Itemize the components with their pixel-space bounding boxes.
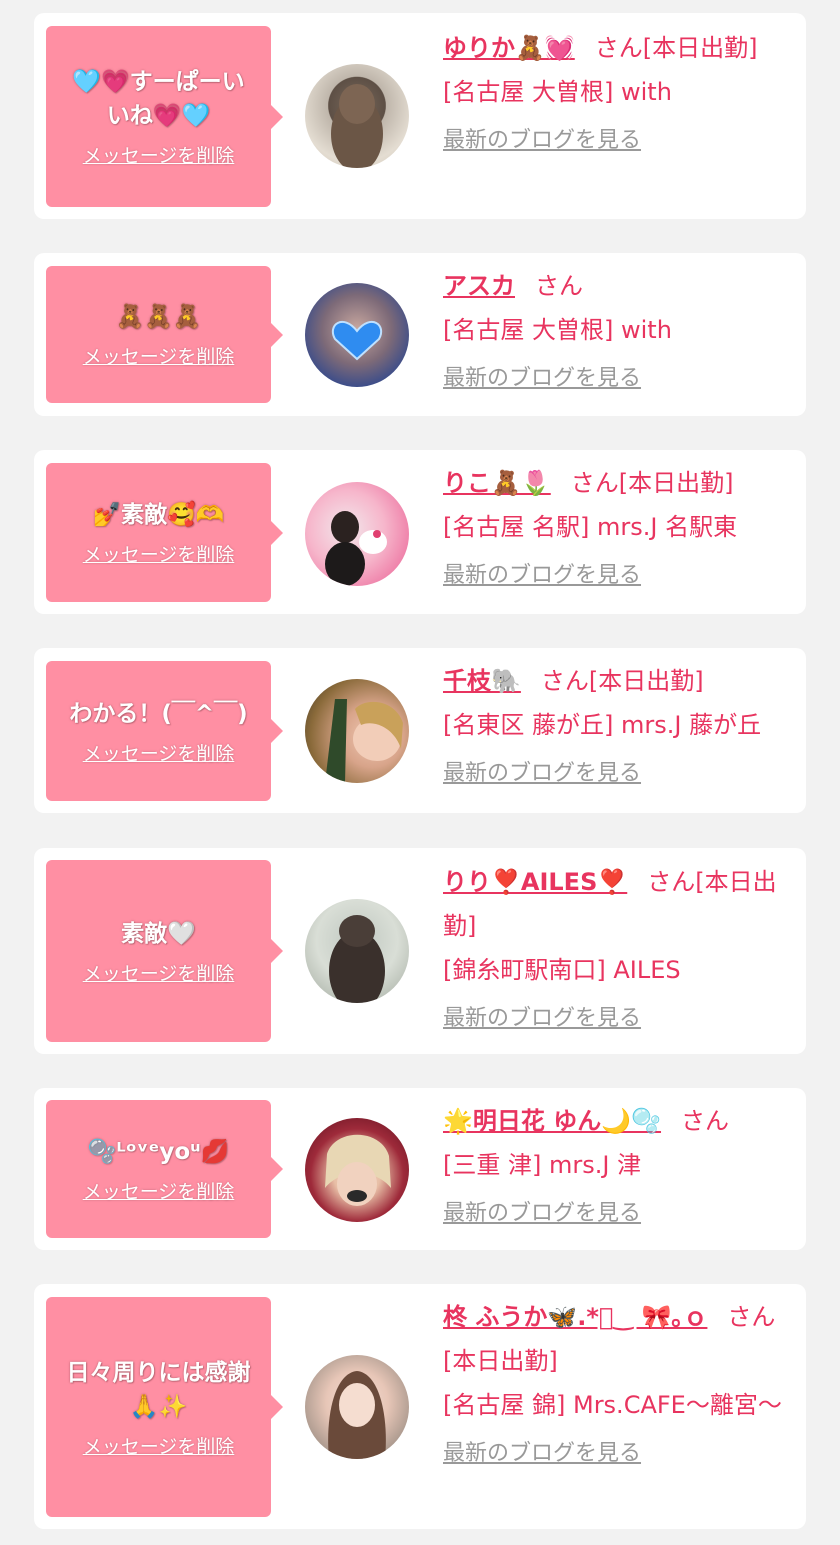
- message-card: 🧸🧸🧸 メッセージを削除 アスカ さん [名古屋 大曽根] with 最新のブログ…: [34, 253, 806, 416]
- message-bubble: 💅素敵🥰🫶 メッセージを削除: [46, 463, 283, 602]
- message-card: 🩵💗すーぱーいいね💗🩵 メッセージを削除 ゆりか🧸💓 さん[本日出勤] [名古屋 …: [34, 13, 806, 219]
- shop-text: [錦糸町駅南口] AILES: [443, 956, 681, 984]
- message-card: 💅素敵🥰🫶 メッセージを削除 りこ🧸🌷 さん[本日出勤] [名古屋 名駅] mrs…: [34, 450, 806, 614]
- latest-blog-link[interactable]: 最新のブログを見る: [443, 362, 641, 396]
- avatar[interactable]: [305, 679, 409, 783]
- profile-name-link[interactable]: 🌟明日花 ゆん🌙🫧: [443, 1107, 661, 1135]
- message-text: 🩵💗すーぱーいいね💗🩵: [72, 69, 245, 129]
- message-text: 💅素敵🥰🫶: [92, 502, 225, 528]
- message-bubble: 🩵💗すーぱーいいね💗🩵 メッセージを削除: [46, 26, 283, 207]
- message-card: 🫧ᴸᵒᵛᵉyoᵘ💋 メッセージを削除 🌟明日花 ゆん🌙🫧 さん [三重 津] mr…: [34, 1088, 806, 1250]
- shop-text: [名古屋 大曽根] with: [443, 78, 672, 106]
- woman-photo-icon: [325, 1134, 391, 1206]
- message-card: 日々周りには感謝🙏✨ メッセージを削除 柊 ふうか🦋.*ﾟ‿ 🎀｡ｏ さん [本日出…: [34, 1284, 806, 1529]
- latest-blog-link[interactable]: 最新のブログを見る: [443, 559, 641, 593]
- profile-name-link[interactable]: 柊 ふうか🦋.*ﾟ‿ 🎀｡ｏ: [443, 1303, 707, 1331]
- message-bubble: わかる！(￣^￣) メッセージを削除: [46, 661, 283, 801]
- profile-name-link[interactable]: ゆりか🧸💓: [443, 34, 575, 62]
- message-list: 🩵💗すーぱーいいね💗🩵 メッセージを削除 ゆりか🧸💓 さん[本日出勤] [名古屋 …: [0, 0, 840, 1545]
- message-text: わかる！(￣^￣): [69, 700, 248, 727]
- woman-photo-icon: [325, 699, 403, 783]
- latest-blog-link[interactable]: 最新のブログを見る: [443, 757, 641, 791]
- name-line: 🌟明日花 ゆん🌙🫧 さん: [443, 1099, 795, 1143]
- avatar[interactable]: [305, 482, 409, 586]
- latest-blog-link[interactable]: 最新のブログを見る: [443, 124, 641, 158]
- profile-info: アスカ さん [名古屋 大曽根] with 最新のブログを見る: [443, 264, 795, 396]
- avatar[interactable]: [305, 899, 409, 1003]
- message-text: 素敵🤍: [121, 920, 196, 947]
- message-bubble: 日々周りには感謝🙏✨ メッセージを削除: [46, 1297, 283, 1517]
- status-text: [本日出勤]: [618, 469, 734, 497]
- woman-photo-icon: [332, 320, 382, 361]
- delete-message-link[interactable]: メッセージを削除: [83, 1432, 235, 1459]
- message-bubble: 🧸🧸🧸 メッセージを削除: [46, 266, 283, 403]
- message-card: わかる！(￣^￣) メッセージを削除 千枝🐘 さん[本日出勤] [名東区 藤が丘]…: [34, 648, 806, 813]
- woman-photo-icon: [331, 84, 383, 168]
- profile-name-link[interactable]: りり❣️AILES❣️: [443, 868, 627, 896]
- profile-name-link[interactable]: 千枝🐘: [443, 667, 521, 695]
- profile-info: 🌟明日花 ゆん🌙🫧 さん [三重 津] mrs.J 津 最新のブログを見る: [443, 1099, 795, 1231]
- woman-photo-icon: [325, 511, 387, 586]
- avatar[interactable]: [305, 1118, 409, 1222]
- profile-info: 柊 ふうか🦋.*ﾟ‿ 🎀｡ｏ さん [本日出勤] [名古屋 錦] Mrs.CAFE～…: [443, 1295, 795, 1471]
- delete-message-link[interactable]: メッセージを削除: [83, 540, 235, 567]
- honorific: さん: [570, 469, 619, 497]
- profile-name-link[interactable]: アスカ: [443, 272, 515, 300]
- delete-message-link[interactable]: メッセージを削除: [83, 739, 235, 766]
- avatar[interactable]: [305, 64, 409, 168]
- avatar[interactable]: [305, 1355, 409, 1459]
- status-text: [本日出勤]: [443, 1347, 558, 1375]
- message-bubble: 🫧ᴸᵒᵛᵉyoᵘ💋 メッセージを削除: [46, 1100, 283, 1238]
- shop-text: [三重 津] mrs.J 津: [443, 1151, 642, 1179]
- name-line: りこ🧸🌷 さん[本日出勤]: [443, 461, 795, 505]
- delete-message-link[interactable]: メッセージを削除: [83, 342, 235, 369]
- delete-message-link[interactable]: メッセージを削除: [83, 1177, 235, 1204]
- honorific: さん: [535, 272, 583, 300]
- honorific: さん: [727, 1303, 776, 1331]
- message-text: 🫧ᴸᵒᵛᵉyoᵘ💋: [87, 1138, 230, 1165]
- delete-message-link[interactable]: メッセージを削除: [83, 959, 235, 986]
- honorific: さん: [647, 868, 696, 896]
- honorific: さん: [540, 667, 589, 695]
- woman-photo-icon: [328, 1371, 386, 1459]
- profile-info: ゆりか🧸💓 さん[本日出勤] [名古屋 大曽根] with 最新のブログを見る: [443, 26, 795, 158]
- delete-message-link[interactable]: メッセージを削除: [83, 141, 235, 168]
- profile-name-link[interactable]: りこ🧸🌷: [443, 469, 551, 497]
- latest-blog-link[interactable]: 最新のブログを見る: [443, 1197, 641, 1231]
- message-text: 日々周りには感謝🙏✨: [66, 1359, 251, 1420]
- profile-info: りこ🧸🌷 さん[本日出勤] [名古屋 名駅] mrs.J 名駅東 最新のブログを見…: [443, 461, 795, 593]
- status-text: [本日出勤]: [588, 667, 704, 695]
- avatar[interactable]: [305, 283, 409, 387]
- profile-info: 千枝🐘 さん[本日出勤] [名東区 藤が丘] mrs.J 藤が丘 最新のブログを見…: [443, 659, 795, 791]
- woman-photo-icon: [329, 915, 385, 1003]
- latest-blog-link[interactable]: 最新のブログを見る: [443, 1437, 641, 1471]
- name-line: 千枝🐘 さん[本日出勤]: [443, 659, 795, 703]
- shop-text: [名東区 藤が丘] mrs.J 藤が丘: [443, 711, 762, 739]
- shop-text: [名古屋 名駅] mrs.J 名駅東: [443, 513, 738, 541]
- message-bubble: 素敵🤍 メッセージを削除: [46, 860, 283, 1042]
- honorific: さん: [594, 34, 643, 62]
- latest-blog-link[interactable]: 最新のブログを見る: [443, 1002, 641, 1036]
- name-line: 柊 ふうか🦋.*ﾟ‿ 🎀｡ｏ さん [本日出勤]: [443, 1295, 795, 1383]
- message-card: 素敵🤍 メッセージを削除 りり❣️AILES❣️ さん[本日出勤] [錦糸町駅南口…: [34, 848, 806, 1054]
- shop-text: [名古屋 大曽根] with: [443, 316, 672, 344]
- honorific: さん: [681, 1107, 730, 1135]
- profile-info: りり❣️AILES❣️ さん[本日出勤] [錦糸町駅南口] AILES 最新のブロ…: [443, 860, 795, 1036]
- name-line: アスカ さん: [443, 264, 795, 308]
- message-text: 🧸🧸🧸: [115, 304, 202, 330]
- shop-text: [名古屋 錦] Mrs.CAFE～離宮～: [443, 1391, 782, 1419]
- name-line: ゆりか🧸💓 さん[本日出勤]: [443, 26, 795, 70]
- status-text: [本日出勤]: [642, 34, 758, 62]
- name-line: りり❣️AILES❣️ さん[本日出勤]: [443, 860, 795, 948]
